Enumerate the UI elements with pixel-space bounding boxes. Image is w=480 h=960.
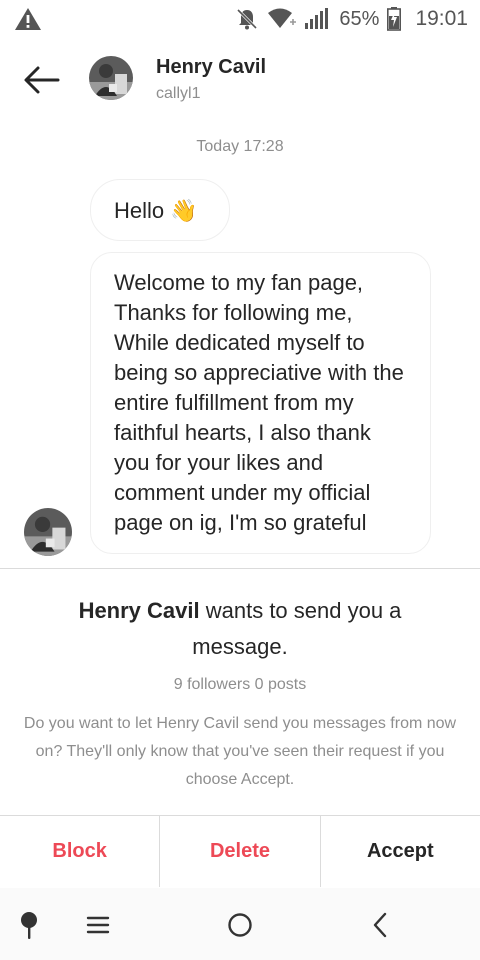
request-sender-name: Henry Cavil (78, 598, 200, 623)
warning-icon (15, 8, 41, 30)
request-stats: 9 followers 0 posts (173, 676, 307, 693)
request-actions: Block Delete Accept (0, 815, 480, 887)
contact-name[interactable]: Henry Cavil (156, 56, 266, 79)
request-title: Henry Cavil wants to send you a message. (40, 593, 440, 665)
accept-button[interactable]: Accept (319, 816, 480, 887)
avatar-image (89, 56, 133, 100)
request-description: Do you want to let Henry Cavil send you … (23, 715, 457, 788)
pin-icon[interactable] (14, 910, 44, 940)
status-bar: 65% 19:01 (0, 0, 480, 38)
contact-username: callyl1 (156, 85, 201, 102)
menu-icon[interactable] (84, 910, 114, 940)
conversation-header: Henry Cavil callyl1 (0, 40, 480, 120)
status-icons: 65% 19:01 (235, 6, 468, 32)
battery-charging-icon (387, 7, 402, 31)
delete-button[interactable]: Delete (159, 816, 319, 887)
status-time: 19:01 (415, 7, 468, 30)
avatar-image (24, 508, 72, 556)
sender-avatar[interactable] (24, 508, 72, 556)
signal-icon (305, 8, 329, 29)
block-button[interactable]: Block (0, 816, 159, 887)
back-chevron-icon[interactable] (366, 910, 396, 940)
request-title-text: wants to send you a message. (192, 598, 402, 659)
avatar[interactable] (89, 56, 133, 100)
system-nav-bar (0, 888, 480, 960)
message-bubble[interactable]: Welcome to my fan page, Thanks for follo… (90, 252, 431, 554)
home-circle-icon[interactable] (225, 910, 255, 940)
battery-percent: 65% (339, 7, 380, 30)
wifi-icon (268, 8, 297, 28)
message-timestamp: Today 17:28 (196, 138, 284, 155)
arrow-left-icon[interactable] (22, 64, 62, 96)
message-bubble[interactable]: Hello 👋 (90, 179, 230, 241)
notifications-off-icon (237, 8, 258, 30)
divider (0, 568, 480, 569)
